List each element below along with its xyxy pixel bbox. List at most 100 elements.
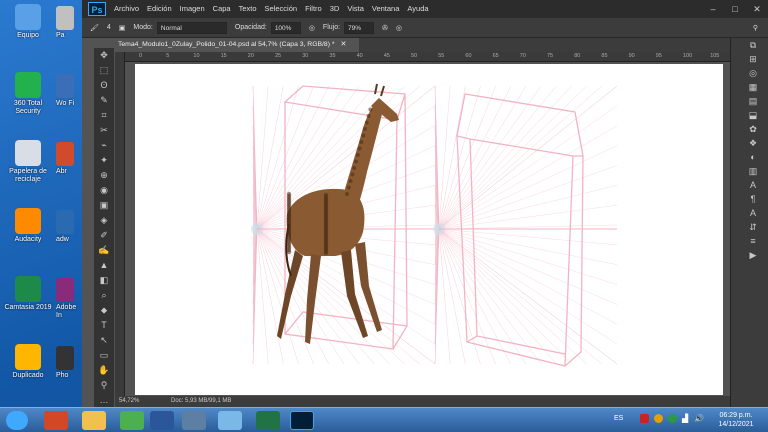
panel-icon[interactable]: ✿: [741, 122, 765, 136]
tool-button[interactable]: ▭: [94, 348, 114, 363]
brush-size-value[interactable]: 4: [107, 24, 111, 31]
menu-item[interactable]: Filtro: [301, 0, 326, 18]
clock[interactable]: 06:29 p.m. 14/12/2021: [712, 411, 760, 429]
opacity-input[interactable]: 100%: [270, 21, 301, 34]
menu-item[interactable]: Imagen: [176, 0, 209, 18]
tool-button[interactable]: ▲: [94, 258, 114, 273]
tool-button[interactable]: ⬥: [94, 303, 114, 318]
desktop-icon[interactable]: Duplicado: [2, 344, 54, 380]
tool-button[interactable]: ⚲: [94, 378, 114, 393]
desktop-icon[interactable]: Adobe In: [56, 278, 78, 320]
pressure-size-icon[interactable]: ◎: [396, 24, 402, 32]
taskbar-windows-button[interactable]: [218, 411, 242, 430]
desktop-icon[interactable]: Pa: [56, 6, 78, 40]
close-button[interactable]: ✕: [746, 4, 768, 15]
tool-button[interactable]: …: [94, 393, 114, 408]
panel-icon[interactable]: ▥: [741, 164, 765, 178]
tool-button[interactable]: ⌕: [94, 288, 114, 303]
tool-button[interactable]: ◈: [94, 213, 114, 228]
menu-item[interactable]: Edición: [143, 0, 176, 18]
panel-icon[interactable]: ▤: [741, 94, 765, 108]
desktop-icon[interactable]: Audacity: [2, 208, 54, 244]
desktop-icon[interactable]: Pho: [56, 346, 78, 380]
brush-tool-icon[interactable]: 🖌: [90, 24, 99, 32]
menu-bar: Ps Archivo Edición Imagen Capa Texto Selecció…: [82, 0, 768, 18]
panel-icon[interactable]: ❖: [741, 136, 765, 150]
minimize-button[interactable]: –: [702, 4, 724, 15]
brush-panel-icon[interactable]: ▣: [119, 24, 126, 32]
tool-button[interactable]: ✎: [94, 93, 114, 108]
airbrush-icon[interactable]: ✇: [382, 24, 388, 32]
tool-button[interactable]: ✐: [94, 228, 114, 243]
panel-icon[interactable]: ¶: [741, 192, 765, 206]
panel-icon[interactable]: ▦: [741, 80, 765, 94]
tray-icon[interactable]: [668, 414, 677, 423]
menu-item[interactable]: Ayuda: [403, 0, 432, 18]
taskbar-start-button[interactable]: [6, 411, 28, 430]
panel-icon[interactable]: ▶: [741, 248, 765, 262]
volume-icon[interactable]: 🔊: [694, 414, 704, 423]
desktop-icon[interactable]: Equipo: [2, 4, 54, 40]
desktop-icon[interactable]: 360 Total Security: [2, 72, 54, 116]
antivirus-tray-icon[interactable]: [640, 414, 649, 423]
document-tab[interactable]: Tema4_Modulo1_0Zulay_Polido_01-04.psd al…: [114, 38, 359, 52]
search-icon[interactable]: ⚲: [753, 24, 758, 32]
language-indicator[interactable]: ES: [614, 415, 623, 422]
tool-button[interactable]: ✍: [94, 243, 114, 258]
taskbar-explorer-button[interactable]: [82, 411, 106, 430]
panel-icon[interactable]: ⊞: [741, 52, 765, 66]
maximize-button[interactable]: □: [724, 4, 746, 15]
zoom-level[interactable]: 54,72%: [119, 398, 139, 404]
desktop-icon[interactable]: adw: [56, 210, 78, 244]
taskbar-excel-button[interactable]: [256, 411, 280, 430]
tool-button[interactable]: ✂: [94, 123, 114, 138]
tool-button[interactable]: T: [94, 318, 114, 333]
taskbar-chrome-button[interactable]: [120, 411, 144, 430]
desktop-icon[interactable]: Wo Fi: [56, 74, 78, 108]
menu-item[interactable]: Archivo: [110, 0, 143, 18]
panel-icon[interactable]: ⧉: [741, 38, 765, 52]
desktop-icon[interactable]: Papelera de reciclaje: [2, 140, 54, 184]
tool-button[interactable]: ◉: [94, 183, 114, 198]
taskbar-powerpoint-button[interactable]: [44, 411, 68, 430]
tool-button[interactable]: ▣: [94, 198, 114, 213]
close-tab-icon[interactable]: ✕: [341, 41, 347, 48]
tool-button[interactable]: ⊕: [94, 168, 114, 183]
tool-button[interactable]: ✥: [94, 48, 114, 63]
panel-icon[interactable]: ⬓: [741, 108, 765, 122]
horizontal-ruler: 0 5 10 15 20 25 30 35 40 45 50 55 60 65 70 75 80 85 90 95 10…: [125, 52, 730, 62]
panel-icon[interactable]: ◐: [741, 150, 765, 164]
taskbar-calculator-button[interactable]: [182, 411, 206, 430]
panel-icon[interactable]: ⇵: [741, 220, 765, 234]
pressure-opacity-icon[interactable]: ◎: [309, 24, 315, 32]
taskbar-word-button[interactable]: [150, 411, 174, 430]
tool-button[interactable]: ⌗: [94, 108, 114, 123]
menu-item[interactable]: Capa: [209, 0, 235, 18]
flow-input[interactable]: 79%: [344, 21, 375, 34]
desktop-icon[interactable]: Abr: [56, 142, 78, 176]
tray-icon[interactable]: [654, 414, 663, 423]
panel-icon[interactable]: A: [741, 206, 765, 220]
document-canvas[interactable]: [135, 64, 723, 395]
mode-select[interactable]: Normal: [156, 21, 227, 34]
tool-button[interactable]: ◧: [94, 273, 114, 288]
taskbar-photoshop-button[interactable]: [290, 411, 314, 430]
menu-item[interactable]: Ventana: [368, 0, 404, 18]
panel-icon[interactable]: ◎: [741, 66, 765, 80]
menu-item[interactable]: Selección: [261, 0, 302, 18]
tool-button[interactable]: ✋: [94, 363, 114, 378]
menu-item[interactable]: 3D: [326, 0, 344, 18]
status-bar: 54,72% Doc: 5,93 MB/99,1 MB: [115, 396, 730, 407]
tool-button[interactable]: ʘ: [94, 78, 114, 93]
panel-icon[interactable]: A: [741, 178, 765, 192]
tool-button[interactable]: ⬚: [94, 63, 114, 78]
tool-button[interactable]: ↖: [94, 333, 114, 348]
tool-button[interactable]: ✦: [94, 153, 114, 168]
ruler-mark: 30: [302, 53, 309, 59]
menu-item[interactable]: Texto: [235, 0, 261, 18]
menu-item[interactable]: Vista: [343, 0, 368, 18]
desktop-icon[interactable]: Camtasia 2019: [2, 276, 54, 312]
tool-button[interactable]: ⌁: [94, 138, 114, 153]
panel-icon[interactable]: ≡: [741, 234, 765, 248]
signal-icon[interactable]: ▟: [682, 414, 688, 423]
